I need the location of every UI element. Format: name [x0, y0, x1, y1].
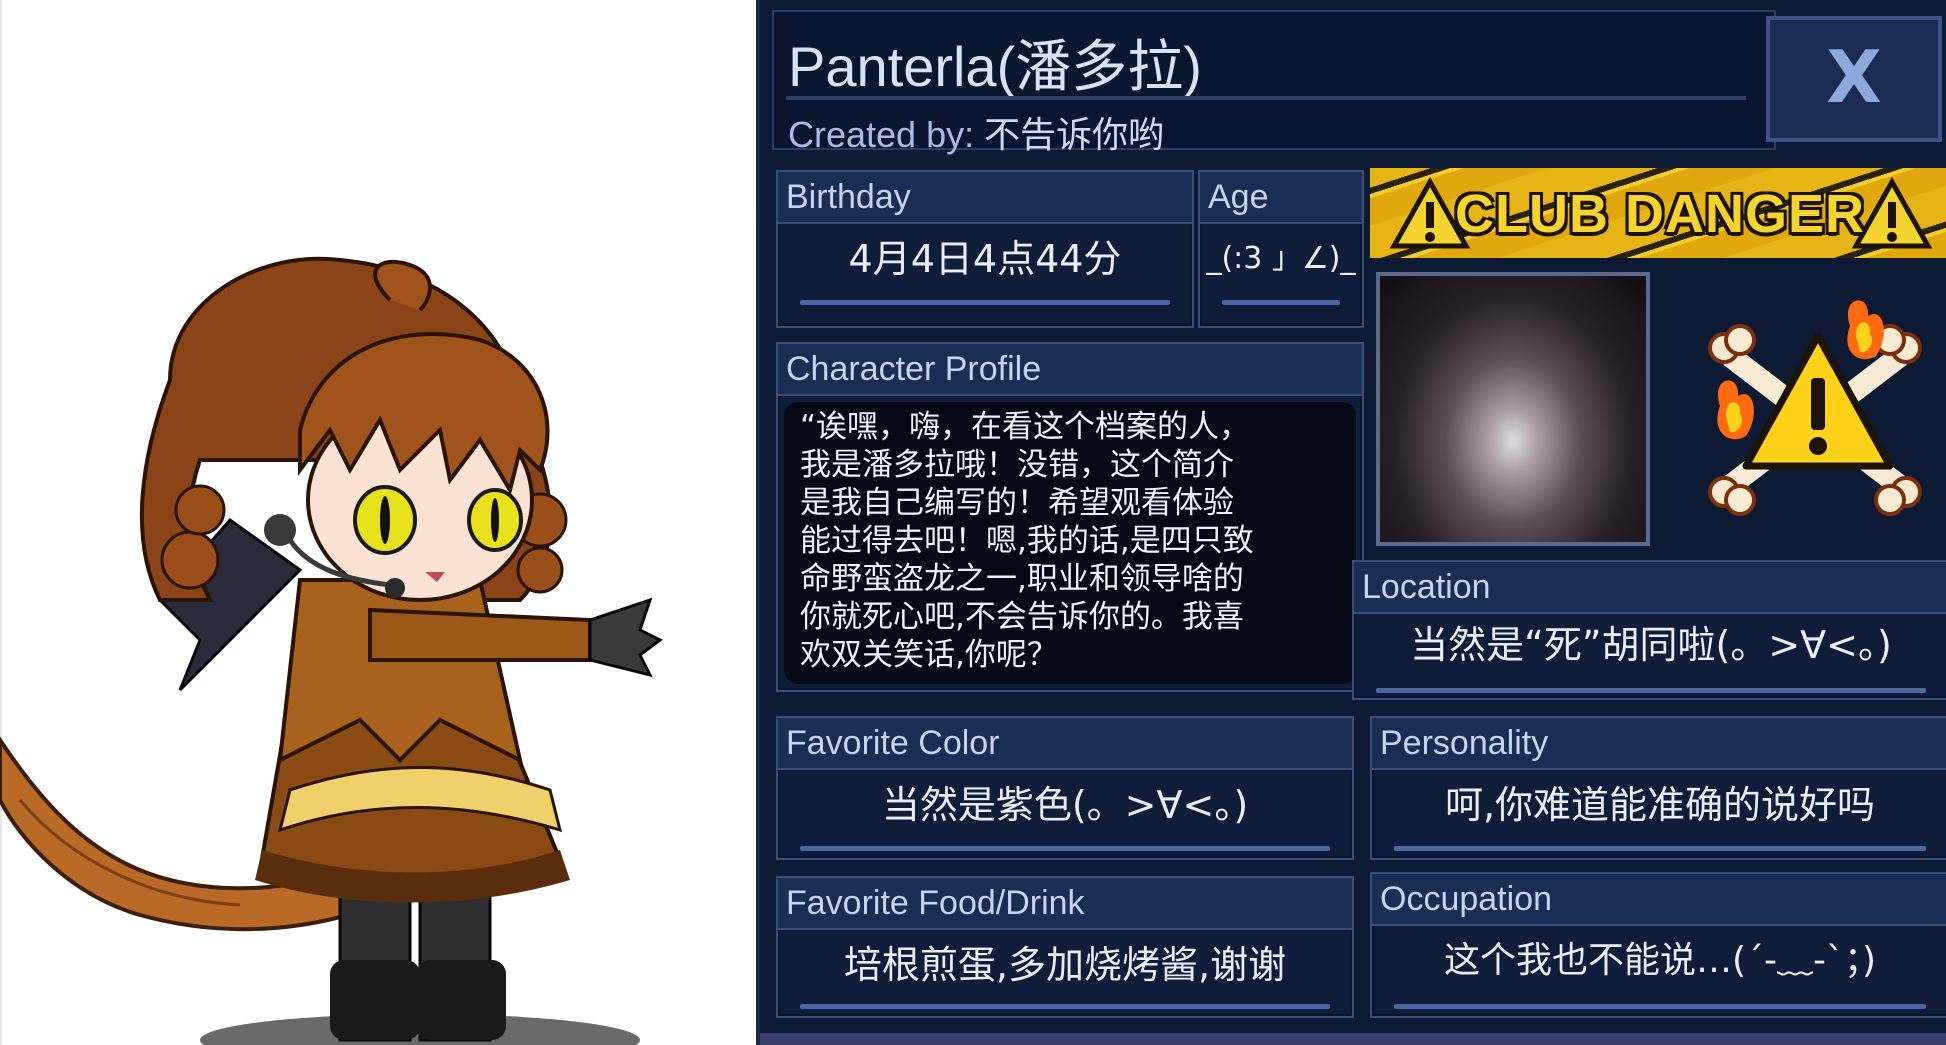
location-field: Location 当然是“死”胡同啦(。>∀<。) [1352, 560, 1946, 700]
title-divider [786, 96, 1746, 100]
personality-label: Personality [1372, 718, 1946, 770]
occupation-underline [1394, 1004, 1926, 1009]
occupation-value[interactable]: 这个我也不能说…(´-﹏-`；) [1372, 930, 1946, 992]
location-underline [1376, 688, 1926, 693]
occupation-field: Occupation 这个我也不能说…(´-﹏-`；) [1370, 872, 1946, 1018]
age-underline [1222, 300, 1340, 305]
favorite-food-field: Favorite Food/Drink 培根煎蛋,多加烧烤酱,谢谢 [776, 876, 1354, 1018]
created-by: Created by: 不告诉你哟 [788, 106, 1164, 158]
birthday-underline [800, 300, 1170, 305]
age-value[interactable]: _(:3 」∠)_ [1200, 228, 1362, 290]
character-profile-text[interactable]: “诶嘿，嗨，在看这个档案的人， 我是潘多拉哦！没错，这个简介 是我自己编写的！希… [784, 402, 1356, 684]
favorite-color-value[interactable]: 当然是紫色(。>∀<。) [778, 774, 1352, 836]
footer-bar [760, 1033, 1946, 1045]
birthday-field: Birthday 4月4日4点44分 [776, 170, 1194, 328]
close-icon: X [1826, 35, 1882, 119]
title-bar: Panterla(潘多拉) Created by: 不告诉你哟 [772, 10, 1776, 155]
profile-panel: Panterla(潘多拉) Created by: 不告诉你哟 X Birthd… [756, 0, 1946, 1045]
favorite-food-label: Favorite Food/Drink [778, 878, 1352, 930]
close-button[interactable]: X [1766, 16, 1942, 142]
occupation-label: Occupation [1372, 874, 1946, 926]
birthday-label: Birthday [778, 172, 1192, 224]
favorite-food-value[interactable]: 培根煎蛋,多加烧烤酱,谢谢 [778, 934, 1352, 996]
club-banner: CLUB DANGER [1370, 168, 1946, 258]
favorite-color-underline [800, 846, 1330, 851]
personality-value[interactable]: 呵,你难道能准确的说好吗 [1372, 774, 1946, 836]
character-name: Panterla(潘多拉) [788, 35, 1202, 98]
character-profile-label: Character Profile [778, 344, 1362, 396]
character-figure [0, 256, 663, 1045]
location-label: Location [1354, 562, 1946, 614]
character-profile-field: Character Profile “诶嘿，嗨，在看这个档案的人， 我是潘多拉哦… [776, 342, 1364, 692]
created-by-label: Created by: [788, 114, 975, 155]
age-label: Age [1200, 172, 1362, 224]
age-field: Age _(:3 」∠)_ [1198, 170, 1364, 328]
danger-warning-crossbones-icon [1708, 300, 1922, 516]
birthday-value[interactable]: 4月4日4点44分 [778, 228, 1192, 290]
created-by-value: 不告诉你哟 [984, 114, 1165, 155]
favorite-color-field: Favorite Color 当然是紫色(。>∀<。) [776, 716, 1354, 860]
personality-field: Personality 呵,你难道能准确的说好吗 [1370, 716, 1946, 860]
personality-underline [1394, 846, 1926, 851]
club-image[interactable] [1376, 272, 1650, 546]
location-value[interactable]: 当然是“死”胡同啦(。>∀<。) [1354, 614, 1946, 676]
character-preview [0, 0, 756, 1045]
club-name: CLUB DANGER [1455, 184, 1865, 244]
favorite-color-label: Favorite Color [778, 718, 1352, 770]
favorite-food-underline [800, 1004, 1330, 1009]
